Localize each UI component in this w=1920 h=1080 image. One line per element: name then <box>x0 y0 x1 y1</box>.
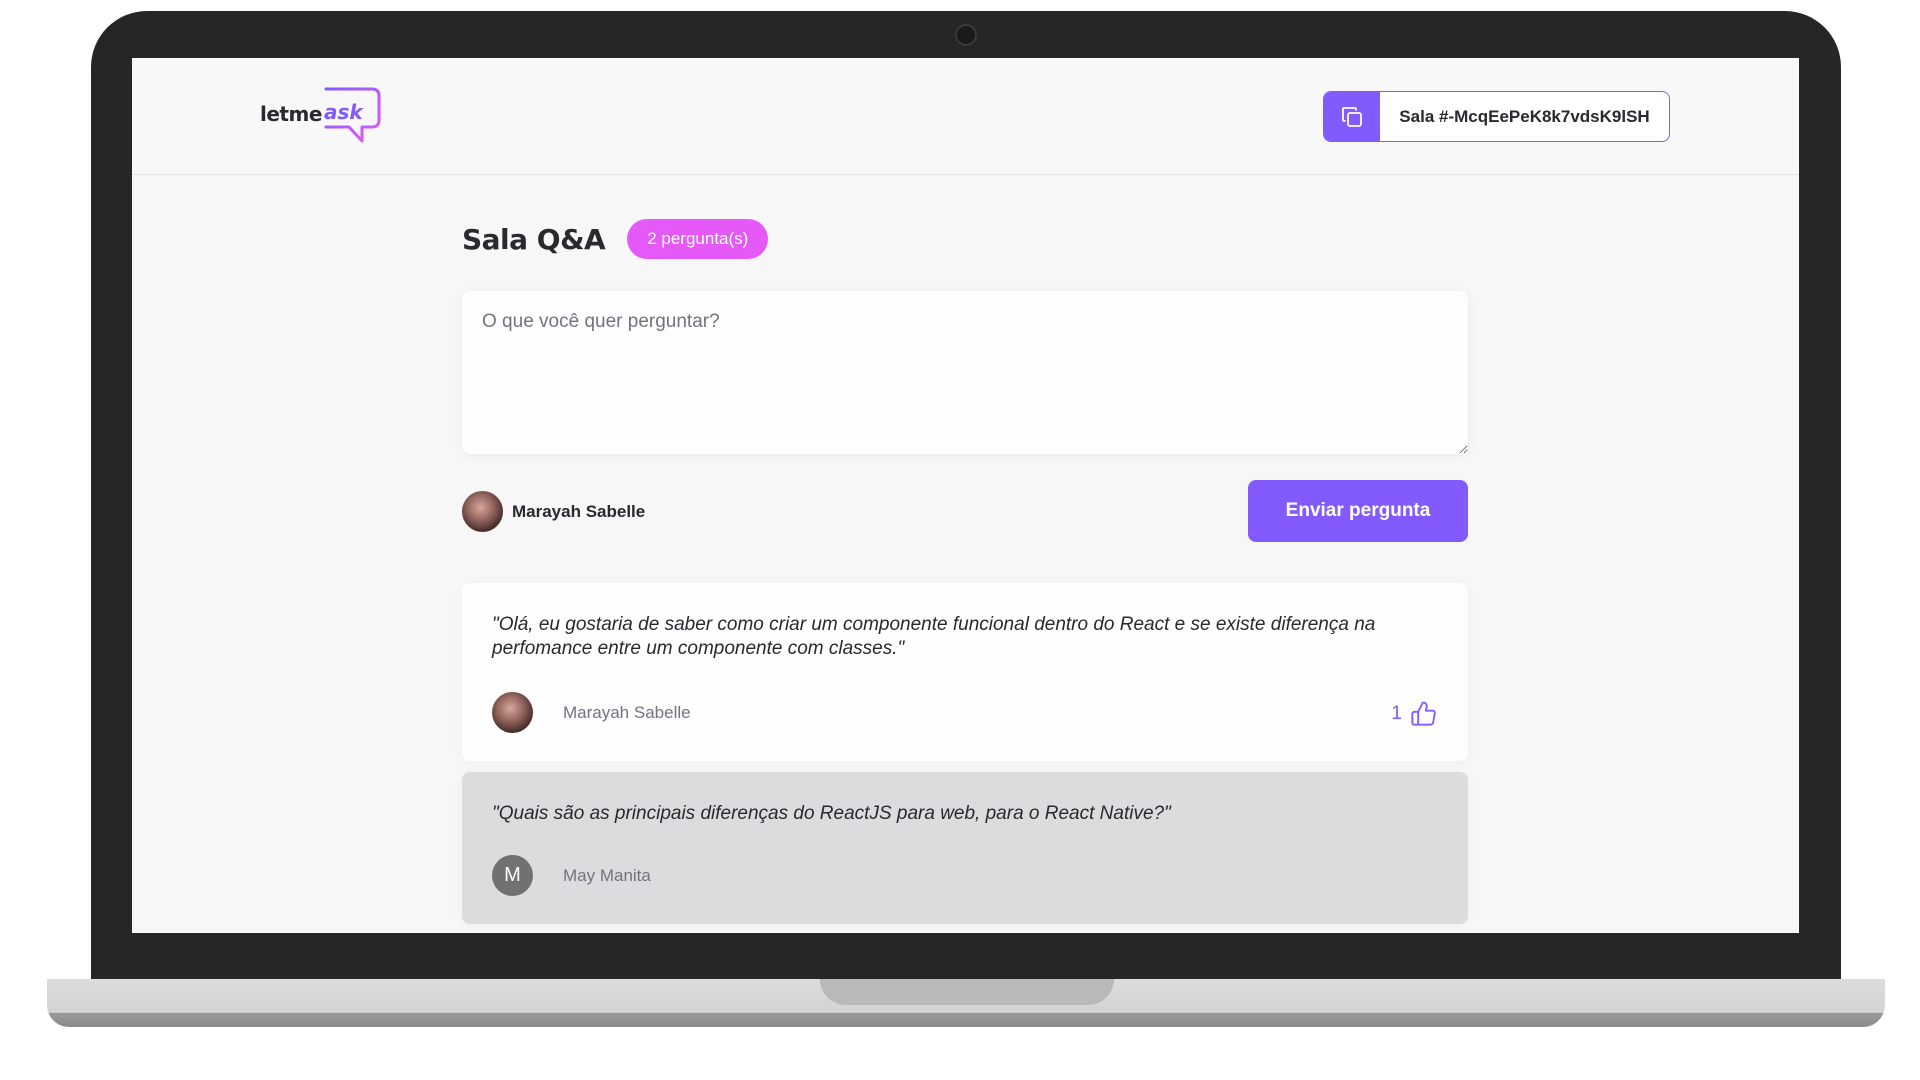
thumbs-up-icon <box>1411 701 1436 726</box>
logo-text: letme <box>260 102 322 126</box>
room-title-row: Sala Q&A 2 pergunta(s) <box>462 218 769 260</box>
user-info: Marayah Sabelle <box>462 491 645 532</box>
user-name: Marayah Sabelle <box>512 501 646 521</box>
question-input[interactable] <box>462 291 1468 454</box>
send-question-button[interactable]: Enviar pergunta <box>1248 480 1468 542</box>
question-footer: Marayah Sabelle 1 <box>492 692 1438 733</box>
like-button[interactable]: 1 <box>1391 699 1438 727</box>
screen: letme ask Sala #-McqEePeK8k7vdsK9lSH Sal… <box>132 58 1799 933</box>
question-form-footer: Marayah Sabelle Enviar pergunta <box>462 480 1468 542</box>
laptop-base-notch <box>820 979 1114 1005</box>
question-author: Marayah Sabelle <box>563 702 691 722</box>
avatar: M <box>492 855 533 896</box>
question-card: "Olá, eu gostaria de saber como criar um… <box>462 583 1468 761</box>
webcam <box>955 24 977 46</box>
logo-accent-text: ask <box>324 100 363 124</box>
room-code-button[interactable]: Sala #-McqEePeK8k7vdsK9lSH <box>1323 91 1670 142</box>
copy-icon <box>1342 106 1362 127</box>
avatar <box>492 692 533 733</box>
like-count: 1 <box>1391 702 1402 724</box>
page-title: Sala Q&A <box>462 222 606 256</box>
logo[interactable]: letme ask <box>260 86 385 146</box>
question-count-badge: 2 pergunta(s) <box>627 219 769 259</box>
question-card-highlighted: "Quais são as principais diferenças do R… <box>462 772 1468 924</box>
avatar <box>462 491 503 532</box>
question-text: "Olá, eu gostaria de saber como criar um… <box>492 614 1376 659</box>
room-code: Sala #-McqEePeK8k7vdsK9lSH <box>1399 106 1650 126</box>
question-author: May Manita <box>563 865 651 885</box>
copy-button[interactable] <box>1324 92 1380 141</box>
app-header: letme ask Sala #-McqEePeK8k7vdsK9lSH <box>132 58 1799 175</box>
question-footer: M May Manita <box>492 855 1438 896</box>
question-text: "Quais são as principais diferenças do R… <box>492 803 1171 824</box>
